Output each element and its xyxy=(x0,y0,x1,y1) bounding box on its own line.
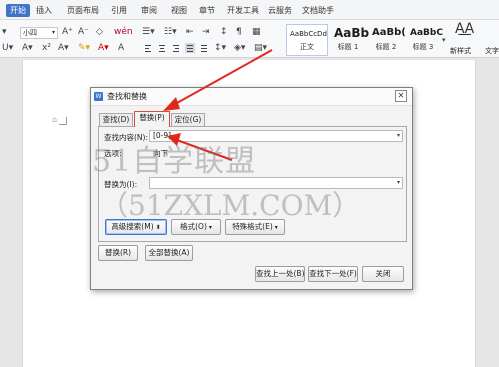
font-name-dropdown-icon[interactable]: ▾ xyxy=(2,26,7,38)
find-input[interactable]: [0-9] ▾ xyxy=(149,130,403,142)
replace-all-button[interactable]: 全部替换(A) xyxy=(145,245,193,261)
advanced-search-label: 高级搜索(M) xyxy=(111,222,154,231)
options-value: 向下 xyxy=(153,149,168,158)
indent-decrease-icon[interactable]: ⇤ xyxy=(186,26,194,38)
style-sample: AaBb xyxy=(334,26,370,40)
style-label: 正文 xyxy=(300,43,314,51)
special-format-label: 特殊格式(E) xyxy=(232,222,273,231)
find-previous-button[interactable]: 查找上一处(B) xyxy=(255,266,305,282)
tab-find[interactable]: 查找(D) xyxy=(99,113,133,126)
dialog-titlebar[interactable]: W 查找和替换 ✕ xyxy=(91,88,412,106)
font-grow-icon[interactable]: A⁺ xyxy=(62,26,73,38)
indent-increase-icon[interactable]: ⇥ xyxy=(202,26,210,38)
new-style-icon[interactable]: A͟A xyxy=(455,22,474,36)
chevron-down-icon: ▾ xyxy=(274,224,278,231)
align-justify-icon[interactable] xyxy=(185,43,195,53)
style-sample: AaBb( xyxy=(372,27,406,38)
bullets-icon[interactable]: ☰▾ xyxy=(142,26,155,38)
menu-tab-references[interactable]: 引用 xyxy=(111,4,127,17)
menu-tab-page-layout[interactable]: 页面布局 xyxy=(67,4,99,17)
show-marks-icon[interactable]: ¶ xyxy=(236,26,242,38)
menu-tab-doc-assistant[interactable]: 文档助手 xyxy=(302,4,334,17)
text-tool-label[interactable]: 文字 xyxy=(485,46,499,56)
close-icon[interactable]: ✕ xyxy=(395,90,407,102)
style-normal[interactable]: AaBbCcDd 正文 xyxy=(286,24,328,56)
pinyin-icon[interactable]: wén xyxy=(114,26,133,38)
ribbon-toolbar: ▾ 小四 ▾ A⁺ A⁻ ◇ wén U▾ A▾ x² A▾ ✎▾ A▾ A ☰▾… xyxy=(0,20,499,58)
menu-tab-review[interactable]: 审阅 xyxy=(141,4,157,17)
numbering-icon[interactable]: ☷▾ xyxy=(164,26,177,38)
font-color-icon[interactable]: A▾ xyxy=(98,42,109,54)
replace-button[interactable]: 替换(R) xyxy=(98,245,138,261)
clear-format-icon[interactable]: ◇ xyxy=(96,26,103,38)
options-label: 选项: xyxy=(104,149,122,158)
strikethrough-icon[interactable]: A▾ xyxy=(22,42,33,54)
menu-tab-home[interactable]: 开始 xyxy=(6,4,30,17)
paragraph-mark-icon: ⌂ xyxy=(52,115,58,124)
shading-icon[interactable]: ◈▾ xyxy=(234,42,245,54)
align-left-icon[interactable] xyxy=(143,43,153,53)
find-replace-dialog: W 查找和替换 ✕ 查找(D) 替换(P) 定位(G) 查找内容(N): [0-… xyxy=(90,87,413,290)
chevron-down-icon[interactable]: ▾ xyxy=(397,131,400,141)
superscript-icon[interactable]: x² xyxy=(42,42,51,54)
tab-replace[interactable]: 替换(P) xyxy=(134,111,170,127)
menu-tab-view[interactable]: 视图 xyxy=(171,4,187,17)
replace-input[interactable]: ▾ xyxy=(149,177,403,189)
ribbon-menubar: 开始 插入 页面布局 引用 审阅 视图 章节 开发工具 云服务 文档助手 xyxy=(0,0,499,20)
crop-mark xyxy=(66,117,67,124)
format-label: 格式(O) xyxy=(180,222,207,231)
menu-tab-cloud[interactable]: 云服务 xyxy=(268,4,292,17)
chevron-down-icon[interactable]: ▾ xyxy=(397,178,400,188)
style-heading-3[interactable]: AaBbC 标题 3 xyxy=(406,24,443,56)
align-distributed-icon[interactable] xyxy=(199,43,209,53)
styles-more-icon[interactable]: ▾ xyxy=(442,34,446,46)
advanced-search-button[interactable]: 高级搜索(M) ⬍ xyxy=(105,219,167,235)
close-button[interactable]: 关闭 xyxy=(362,266,404,282)
style-label: 标题 2 xyxy=(375,43,397,51)
special-format-button[interactable]: 特殊格式(E) ▾ xyxy=(225,219,285,235)
crop-mark xyxy=(59,124,67,125)
table-borders-icon[interactable]: ▤▾ xyxy=(254,42,267,54)
style-sample: AaBbCcDd xyxy=(290,30,327,38)
menu-tab-sections[interactable]: 章节 xyxy=(199,4,215,17)
style-label: 标题 3 xyxy=(412,43,434,51)
borders-icon[interactable]: ▦ xyxy=(252,26,261,38)
replace-tab-panel: 查找内容(N): [0-9] ▾ 选项: 向下 替换为(I): ▾ 高级搜索(M… xyxy=(98,126,407,242)
text-effect-icon[interactable]: A▾ xyxy=(58,42,69,54)
menu-tab-developer[interactable]: 开发工具 xyxy=(227,4,259,17)
font-size-value: 小四 xyxy=(23,29,37,37)
chevron-down-icon: ▾ xyxy=(208,224,212,231)
wps-app-icon: W xyxy=(94,92,103,101)
char-shading-icon[interactable]: A xyxy=(118,42,124,54)
find-label: 查找内容(N): xyxy=(104,133,148,142)
style-heading-1[interactable]: AaBb 标题 1 xyxy=(330,24,370,56)
highlight-icon[interactable]: ✎▾ xyxy=(78,42,90,54)
chevron-updown-icon: ⬍ xyxy=(155,224,161,231)
font-shrink-icon[interactable]: A⁻ xyxy=(78,26,89,38)
align-center-icon[interactable] xyxy=(157,43,167,53)
new-style-label[interactable]: 新样式 xyxy=(450,46,471,56)
tab-goto[interactable]: 定位(G) xyxy=(171,113,205,126)
style-label: 标题 1 xyxy=(337,43,359,51)
underline-icon[interactable]: U▾ xyxy=(2,42,13,54)
dialog-title: 查找和替换 xyxy=(107,92,147,101)
style-heading-2[interactable]: AaBb( 标题 2 xyxy=(368,24,406,56)
replace-label: 替换为(I): xyxy=(104,180,138,189)
menu-tab-insert[interactable]: 插入 xyxy=(36,4,52,17)
font-size-dropdown[interactable]: 小四 ▾ xyxy=(20,27,58,39)
align-right-icon[interactable] xyxy=(171,43,181,53)
find-next-button[interactable]: 查找下一处(F) xyxy=(308,266,358,282)
format-button[interactable]: 格式(O) ▾ xyxy=(171,219,221,235)
sort-icon[interactable]: ↕ xyxy=(220,26,228,38)
find-value: [0-9] xyxy=(153,131,172,140)
line-spacing-icon[interactable]: ↕▾ xyxy=(214,42,226,54)
style-sample: AaBbC xyxy=(410,28,443,38)
